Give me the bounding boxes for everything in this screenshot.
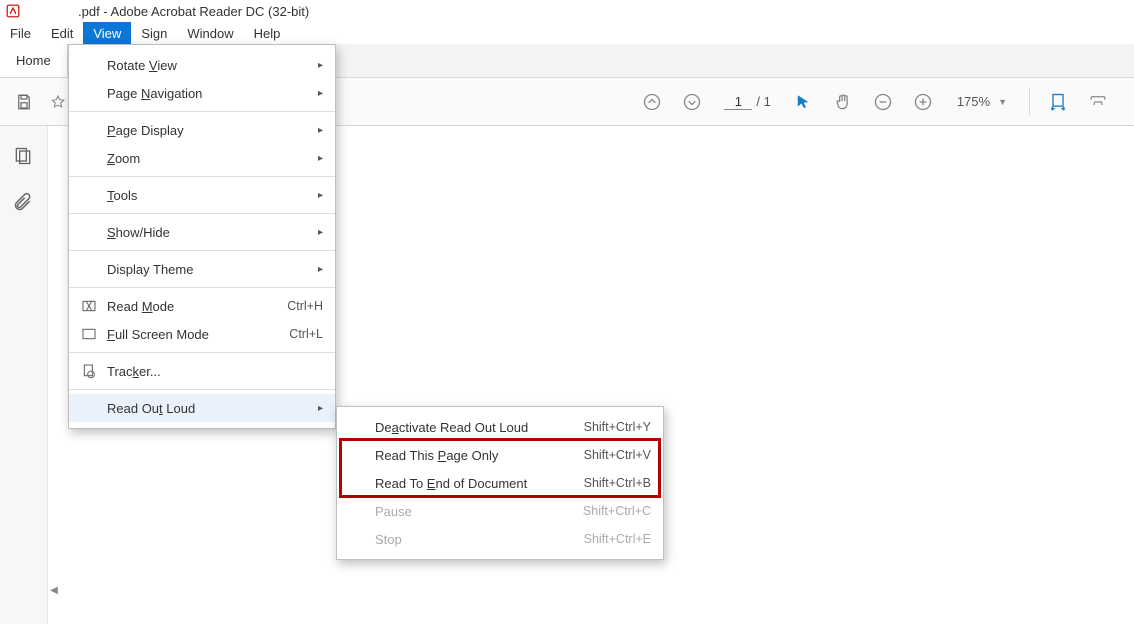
zoom-value: 175%	[957, 94, 990, 109]
menu-item-read-out-loud[interactable]: Read Out Loud▸	[69, 394, 335, 422]
submenu-item-deactivate-read-out-loud[interactable]: Deactivate Read Out LoudShift+Ctrl+Y	[337, 413, 663, 441]
submenu-item-label: Read To End of Document	[375, 476, 584, 491]
submenu-item-label: Read This Page Only	[375, 448, 584, 463]
star-icon[interactable]	[48, 86, 68, 118]
menu-separator	[69, 287, 335, 288]
submenu-caret-icon: ▸	[309, 264, 323, 275]
hand-tool-icon[interactable]	[827, 86, 859, 118]
submenu-item-label: Pause	[375, 504, 583, 519]
titlebar: .pdf - Adobe Acrobat Reader DC (32-bit)	[0, 0, 1134, 22]
reflow-icon[interactable]	[1082, 86, 1114, 118]
submenu-caret-icon: ▸	[309, 125, 323, 136]
menu-help[interactable]: Help	[244, 22, 291, 44]
menu-item-label: Tracker...	[107, 364, 323, 379]
acrobat-app-icon	[6, 4, 20, 18]
menu-separator	[69, 250, 335, 251]
menu-shortcut: Ctrl+H	[287, 299, 323, 313]
zoom-display[interactable]: 175% ▼	[957, 94, 1007, 109]
page-total: 1	[764, 94, 771, 109]
submenu-item-read-this-page-only[interactable]: Read This Page OnlyShift+Ctrl+V	[337, 441, 663, 469]
selection-arrow-icon[interactable]	[787, 86, 819, 118]
menu-item-label: Rotate View	[107, 58, 309, 73]
menu-separator	[69, 352, 335, 353]
fullscreen-icon	[81, 326, 107, 342]
menu-item-label: Page Display	[107, 123, 309, 138]
save-icon[interactable]	[8, 86, 40, 118]
submenu-item-label: Stop	[375, 532, 584, 547]
caret-down-icon: ▼	[998, 97, 1007, 107]
submenu-shortcut: Shift+Ctrl+B	[584, 476, 651, 490]
menu-sign[interactable]: Sign	[131, 22, 177, 44]
menu-item-label: Read Mode	[107, 299, 287, 314]
submenu-item-read-to-end-of-document[interactable]: Read To End of DocumentShift+Ctrl+B	[337, 469, 663, 497]
page-indicator: / 1	[724, 94, 770, 110]
submenu-shortcut: Shift+Ctrl+E	[584, 532, 651, 546]
menu-item-label: Read Out Loud	[107, 401, 309, 416]
menu-item-page-navigation[interactable]: Page Navigation▸	[69, 79, 335, 107]
menu-item-label: Page Navigation	[107, 86, 309, 101]
page-current-input[interactable]	[724, 94, 752, 110]
menu-item-rotate-view[interactable]: Rotate View▸	[69, 51, 335, 79]
zoom-out-icon[interactable]	[867, 86, 899, 118]
collapse-sidebar-icon[interactable]: ◀	[48, 580, 60, 600]
tracker-icon	[81, 363, 107, 379]
menu-separator	[69, 176, 335, 177]
submenu-shortcut: Shift+Ctrl+V	[584, 448, 651, 462]
toolbar-divider	[1029, 88, 1030, 116]
submenu-caret-icon: ▸	[309, 88, 323, 99]
menu-item-label: Tools	[107, 188, 309, 203]
menu-item-label: Full Screen Mode	[107, 327, 289, 342]
page-up-icon[interactable]	[636, 86, 668, 118]
menu-shortcut: Ctrl+L	[289, 327, 323, 341]
menu-item-zoom[interactable]: Zoom▸	[69, 144, 335, 172]
submenu-shortcut: Shift+Ctrl+Y	[584, 420, 651, 434]
attachments-icon[interactable]	[13, 192, 35, 214]
thumbnails-icon[interactable]	[13, 146, 35, 168]
menu-file[interactable]: File	[0, 22, 41, 44]
submenu-caret-icon: ▸	[309, 403, 323, 414]
menu-edit[interactable]: Edit	[41, 22, 83, 44]
submenu-shortcut: Shift+Ctrl+C	[583, 504, 651, 518]
left-sidebar	[0, 126, 48, 624]
menu-separator	[69, 213, 335, 214]
menu-item-read-mode[interactable]: Read ModeCtrl+H	[69, 292, 335, 320]
menu-item-full-screen-mode[interactable]: Full Screen ModeCtrl+L	[69, 320, 335, 348]
menu-item-tracker[interactable]: Tracker...	[69, 357, 335, 385]
submenu-caret-icon: ▸	[309, 190, 323, 201]
menu-item-tools[interactable]: Tools▸	[69, 181, 335, 209]
menu-item-display-theme[interactable]: Display Theme▸	[69, 255, 335, 283]
menu-separator	[69, 111, 335, 112]
menu-item-page-display[interactable]: Page Display▸	[69, 116, 335, 144]
menu-window[interactable]: Window	[177, 22, 243, 44]
fit-width-icon[interactable]	[1042, 86, 1074, 118]
menubar: File Edit View Sign Window Help	[0, 22, 1134, 44]
menu-item-label: Show/Hide	[107, 225, 309, 240]
read-out-loud-submenu: Deactivate Read Out LoudShift+Ctrl+YRead…	[336, 406, 664, 560]
submenu-item-label: Deactivate Read Out Loud	[375, 420, 584, 435]
window-title: .pdf - Adobe Acrobat Reader DC (32-bit)	[78, 4, 309, 19]
zoom-in-icon[interactable]	[907, 86, 939, 118]
submenu-item-pause: PauseShift+Ctrl+C	[337, 497, 663, 525]
page-down-icon[interactable]	[676, 86, 708, 118]
menu-view[interactable]: View	[83, 22, 131, 44]
submenu-caret-icon: ▸	[309, 153, 323, 164]
menu-item-show-hide[interactable]: Show/Hide▸	[69, 218, 335, 246]
read-mode-icon	[81, 298, 107, 314]
submenu-caret-icon: ▸	[309, 60, 323, 71]
page-separator: /	[756, 94, 763, 109]
submenu-caret-icon: ▸	[309, 227, 323, 238]
menu-item-label: Display Theme	[107, 262, 309, 277]
submenu-item-stop: StopShift+Ctrl+E	[337, 525, 663, 553]
menu-separator	[69, 389, 335, 390]
menu-item-label: Zoom	[107, 151, 309, 166]
tab-home[interactable]: Home	[0, 44, 68, 77]
view-dropdown: Rotate View▸Page Navigation▸Page Display…	[68, 44, 336, 429]
